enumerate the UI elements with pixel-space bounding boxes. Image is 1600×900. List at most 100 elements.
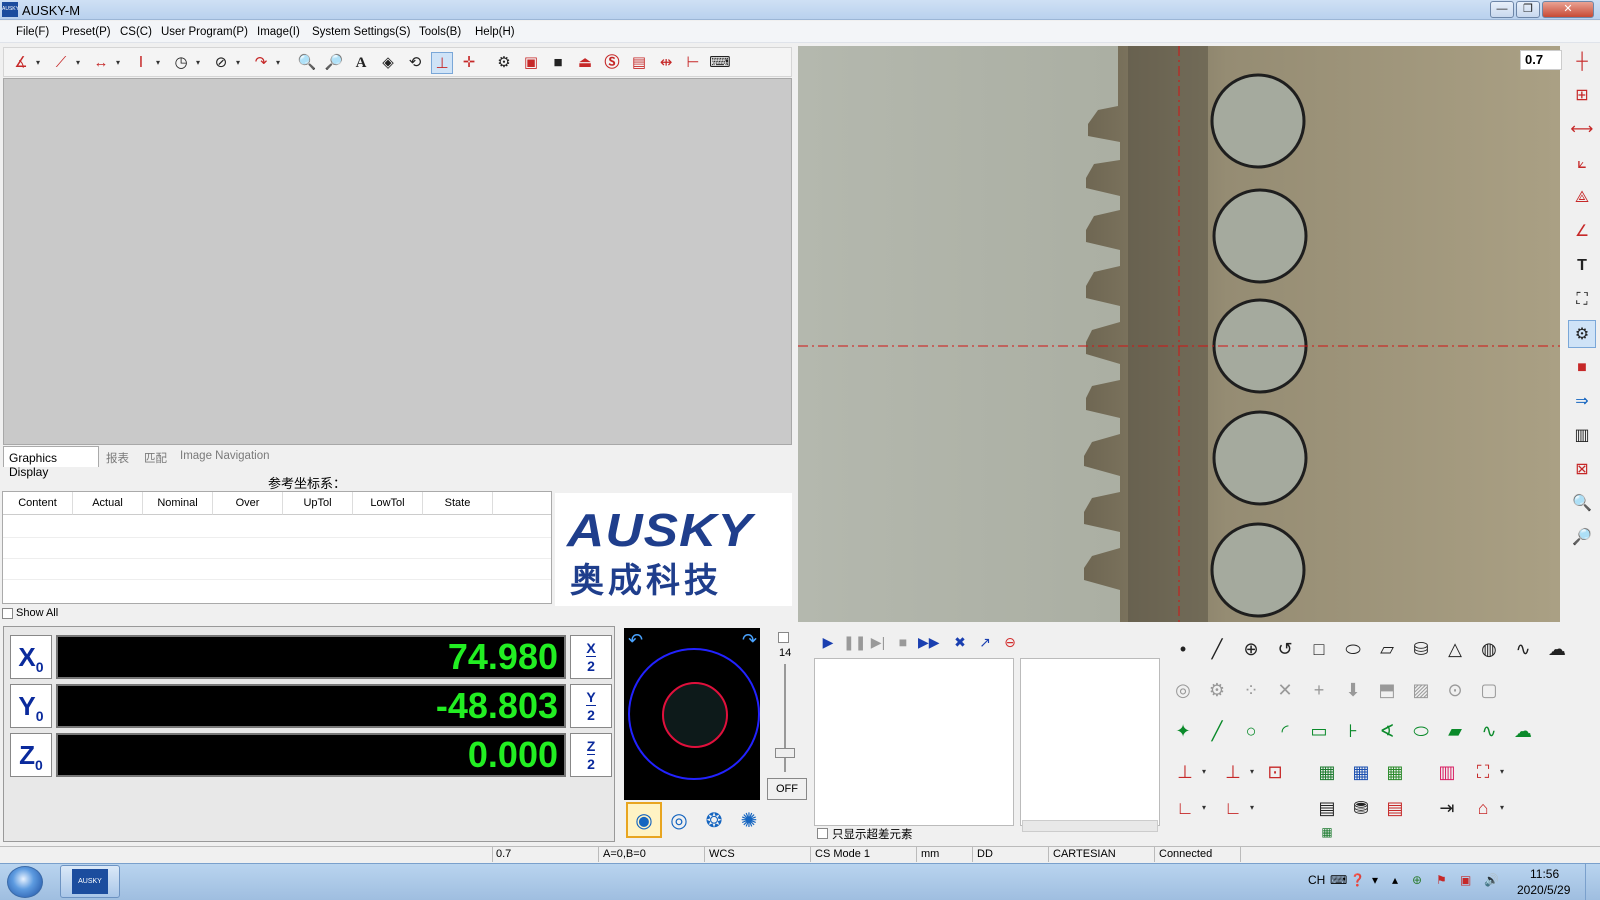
menu-file[interactable]: File(F) (16, 26, 49, 38)
probe-move-icon[interactable]: ⇥ (1432, 793, 1462, 823)
light-checkbox[interactable] (778, 632, 789, 643)
coaxial-light-icon[interactable]: ◉ (629, 806, 659, 836)
input-language-indicator[interactable]: CH (1308, 873, 1325, 887)
menu-user-program[interactable]: User Program(P) (161, 26, 248, 38)
table-row[interactable] (3, 579, 551, 580)
cylinder-tool-icon[interactable]: ⛁ (1406, 634, 1436, 664)
zoom-in-camera-icon[interactable]: 🔍 (1568, 490, 1596, 518)
clock-time[interactable]: 11:56 (1530, 867, 1559, 881)
datum-icon[interactable]: ⊢ (682, 52, 704, 74)
freeform-tool-icon[interactable]: ☁ (1542, 634, 1572, 664)
rectangle-tool-icon[interactable]: □ (1304, 634, 1334, 664)
rotate-view-icon[interactable]: ⟲ (404, 52, 426, 74)
concentric-tool-icon[interactable]: ◎ (1168, 675, 1198, 705)
print-export-icon[interactable]: ▦ (1312, 823, 1342, 841)
construct-circle-icon[interactable]: ○ (1236, 716, 1266, 746)
menu-preset[interactable]: Preset(P) (62, 26, 111, 38)
pdf-export-icon[interactable]: ▤ (1380, 793, 1410, 823)
keyboard-tray-icon[interactable]: ⌨ (1330, 873, 1347, 887)
line-tool-icon[interactable]: ╱ (1202, 634, 1232, 664)
construct-curve-icon[interactable]: ∿ (1474, 716, 1504, 746)
curve-tool-icon[interactable]: ∿ (1508, 634, 1538, 664)
record-video-icon[interactable]: ■ (1568, 354, 1596, 382)
cs-load-icon[interactable]: ⊡ (1260, 757, 1290, 787)
step-icon[interactable]: ▶| (868, 632, 888, 652)
column-header-lowtol[interactable]: LowTol (353, 492, 423, 515)
construct-freeform-icon[interactable]: ☁ (1508, 716, 1538, 746)
fast-forward-icon[interactable]: ▶▶ (918, 632, 940, 652)
x-edge-icon[interactable]: ⟀ (1568, 150, 1596, 178)
auto-focus-icon[interactable]: ⇒ (1568, 388, 1596, 416)
menu-cs[interactable]: CS(C) (120, 26, 152, 38)
column-header-nominal[interactable]: Nominal (143, 492, 213, 515)
menu-help[interactable]: Help(H) (475, 26, 515, 38)
frame-capture-icon[interactable]: ⊠ (1568, 456, 1596, 484)
y-half-button[interactable]: Y2 (570, 684, 612, 728)
update-tray-icon[interactable]: ⊕ (1412, 873, 1422, 887)
column-header-content[interactable]: Content (3, 492, 73, 515)
x-axis-zero-button[interactable]: X0 (10, 635, 52, 679)
flag-tray-icon[interactable]: ⚑ (1436, 873, 1447, 887)
help-tray-icon[interactable]: ❓ (1350, 873, 1365, 887)
construct-line-icon[interactable]: ╱ (1202, 716, 1232, 746)
capture-region-icon[interactable]: ⛶ (1468, 757, 1504, 787)
rotate-right-icon[interactable]: ↷ (742, 630, 757, 651)
column-header-over[interactable]: Over (213, 492, 283, 515)
slot-tool-icon[interactable]: ⬭ (1338, 634, 1368, 664)
grid-scale-icon[interactable]: ⊞ (1568, 82, 1596, 110)
crosshair-icon[interactable]: ┼ (1568, 48, 1596, 76)
angle-measure-icon[interactable]: ∡ (10, 52, 40, 74)
zoom-fit-icon[interactable]: 🔎 (323, 52, 345, 74)
fill-black-icon[interactable]: ■ (547, 52, 569, 74)
image-tool-icon[interactable]: ▨ (1406, 675, 1436, 705)
only-out-of-tol-checkbox[interactable] (817, 828, 828, 839)
axis-offset-icon[interactable]: ✛ (458, 52, 480, 74)
program-step-list[interactable] (814, 658, 1014, 826)
construct-arc-icon[interactable]: ◜ (1270, 716, 1300, 746)
diameter-icon[interactable]: ⊘ (210, 52, 240, 74)
camera-settings-icon[interactable]: ⚙ (1568, 320, 1596, 348)
rotate-left-icon[interactable]: ↶ (628, 630, 643, 651)
cs-level-icon[interactable]: ∟ (1170, 793, 1206, 823)
s-function-icon[interactable]: Ⓢ (601, 52, 623, 74)
3d-view-icon[interactable]: ◈ (377, 52, 399, 74)
ring-light-inner[interactable] (662, 682, 728, 748)
pause-icon[interactable]: ❚❚ (843, 632, 866, 652)
ruler-icon[interactable]: ⟷ (1568, 116, 1596, 144)
show-desktop-button[interactable] (1585, 864, 1600, 900)
construct-angle-icon[interactable]: ∢ (1372, 716, 1402, 746)
column-header-actual[interactable]: Actual (73, 492, 143, 515)
coordinate-axis-icon[interactable]: ⊥ (431, 52, 453, 74)
close-button[interactable]: ✕ (1542, 1, 1594, 18)
graphics-display-canvas[interactable] (3, 78, 792, 445)
home-icon[interactable]: ⌂ (1468, 793, 1504, 823)
x-half-button[interactable]: X2 (570, 635, 612, 679)
cs-save-icon[interactable]: ⊥ (1218, 757, 1254, 787)
excel-export-icon[interactable]: ▦ (1312, 757, 1342, 787)
show-all-checkbox[interactable] (2, 608, 13, 619)
pin-tool-icon[interactable]: ⬇ (1338, 675, 1368, 705)
construct-point-icon[interactable]: ✦ (1168, 716, 1198, 746)
probe-icon[interactable]: ⏏ (574, 52, 596, 74)
menu-image[interactable]: Image(I) (257, 26, 300, 38)
show-hidden-icons-icon[interactable]: ▴ (1392, 873, 1398, 887)
plane-tool-icon[interactable]: ▱ (1372, 634, 1402, 664)
txt-export-icon[interactable]: ▤ (1312, 793, 1342, 823)
stamp-tool-icon[interactable]: ⬒ (1372, 675, 1402, 705)
construct-distance-icon[interactable]: ⊦ (1338, 716, 1368, 746)
cross-tool-icon[interactable]: + (1304, 675, 1334, 705)
light-slider-thumb[interactable] (775, 748, 795, 758)
z-half-button[interactable]: Z2 (570, 733, 612, 777)
y-axis-zero-button[interactable]: Y0 (10, 684, 52, 728)
menu-tools[interactable]: Tools(B) (419, 26, 461, 38)
ring-light-icon[interactable]: ◎ (664, 806, 694, 836)
tools-icon[interactable]: ✖ (950, 632, 970, 652)
tab-graphics-display[interactable]: Graphics Display (3, 446, 99, 479)
text-overlay-icon[interactable]: T (1568, 252, 1596, 280)
restore-button[interactable]: ❐ (1516, 1, 1540, 18)
settings-gear-icon[interactable]: ⚙ (493, 52, 515, 74)
minimize-button[interactable]: — (1490, 1, 1514, 18)
run-icon[interactable]: ▶ (818, 632, 838, 652)
xyz-move-icon[interactable]: ↗ (975, 632, 995, 652)
cad-export-icon[interactable]: ▦ (1380, 757, 1410, 787)
